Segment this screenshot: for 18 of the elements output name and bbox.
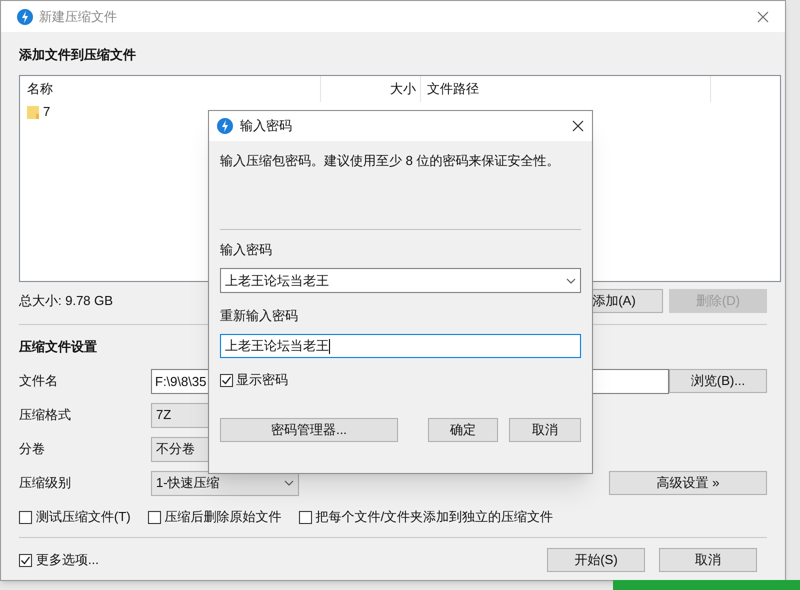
checkbox-label: 显示密码 <box>236 371 288 390</box>
table-cell-text: 7 <box>43 103 50 122</box>
dialog-message: 输入压缩包密码。建议使用至少 8 位的密码来保证安全性。 <box>220 152 560 169</box>
section-heading: 添加文件到压缩文件 <box>19 46 136 64</box>
field-label: 重新输入密码 <box>220 307 299 324</box>
section-heading: 压缩文件设置 <box>19 338 97 356</box>
checkbox-label: 压缩后删除原始文件 <box>164 508 282 526</box>
checkbox-label: 测试压缩文件(T) <box>36 508 131 526</box>
field-label: 输入密码 <box>220 241 273 258</box>
checkbox-label: 把每个文件/文件夹添加到独立的压缩文件 <box>316 508 554 526</box>
window-title: 新建压缩文件 <box>39 8 117 26</box>
field-label: 文件名 <box>19 372 59 390</box>
field-label: 压缩格式 <box>19 406 72 424</box>
dialog-title: 输入密码 <box>240 117 292 136</box>
field-label: 压缩级别 <box>19 474 72 492</box>
checkbox-label: 更多选项... <box>36 551 99 570</box>
total-size: 总大小: 9.78 GB <box>19 292 114 310</box>
field-label: 分卷 <box>19 440 46 458</box>
